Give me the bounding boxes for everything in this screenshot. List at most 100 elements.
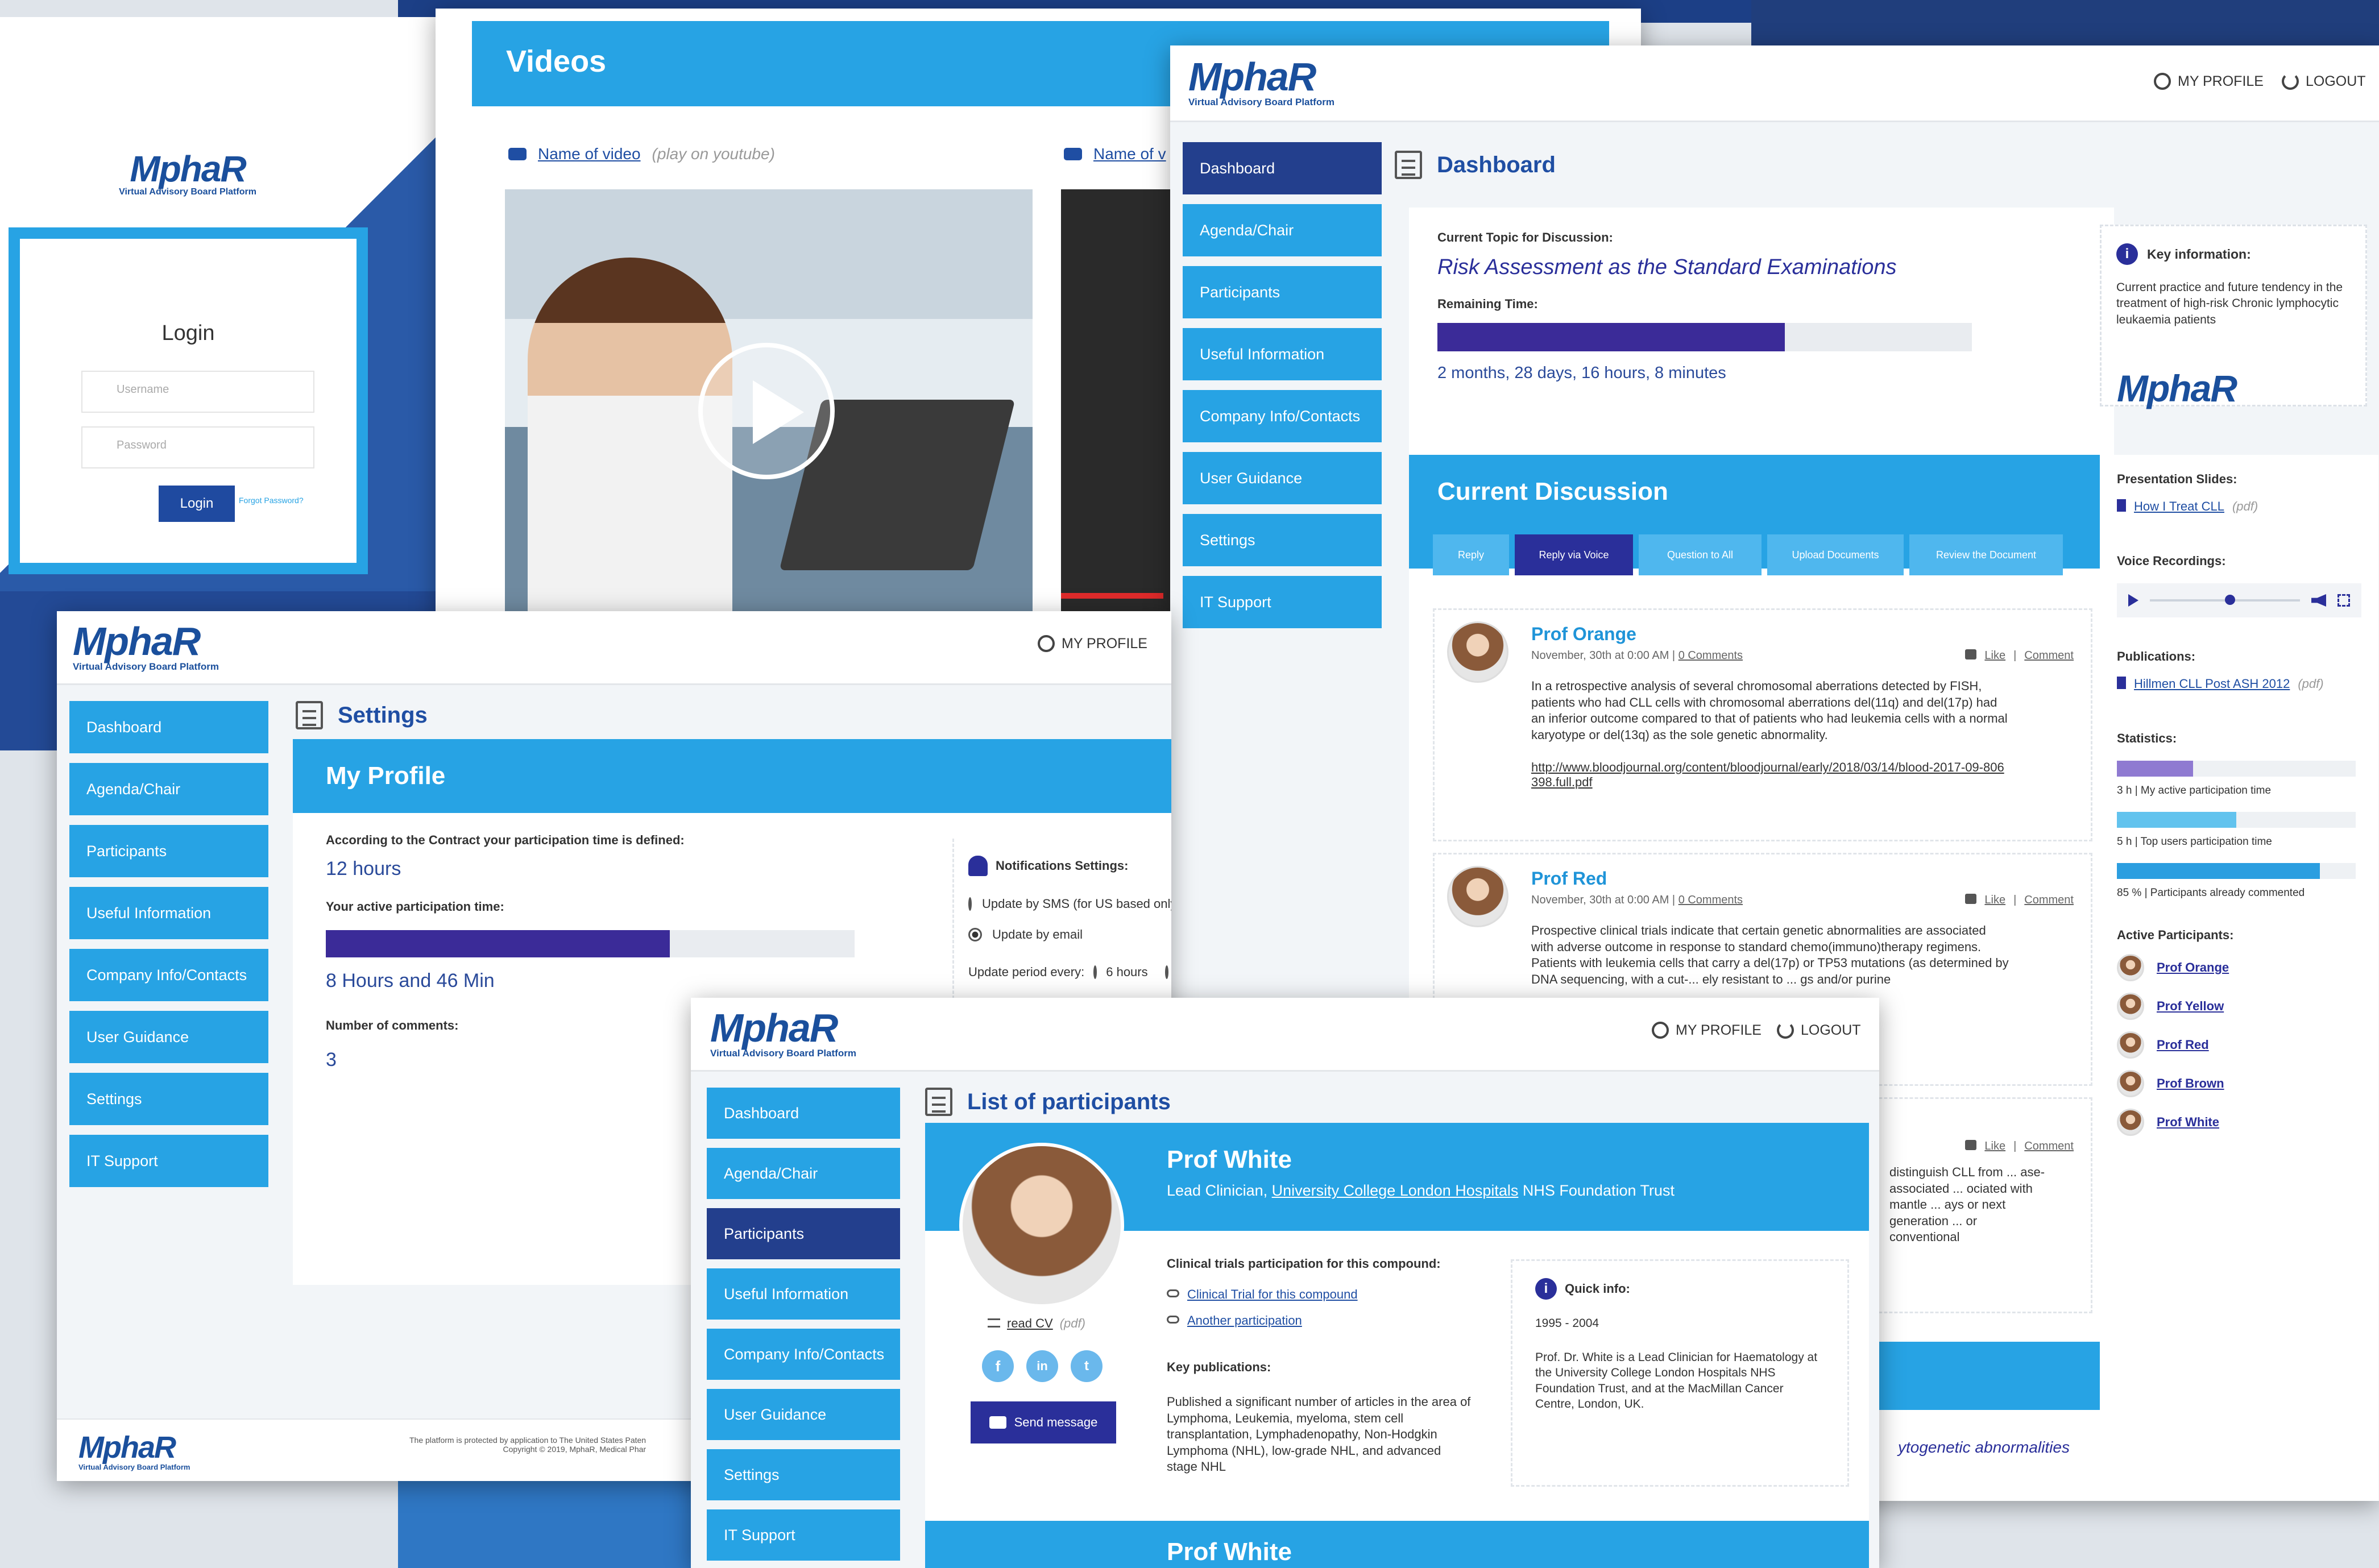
participant-org-link[interactable]: University College London Hospitals <box>1272 1182 1519 1199</box>
period-6-radio[interactable] <box>1093 965 1097 979</box>
active-participant[interactable]: Prof Yellow <box>2117 993 2361 1020</box>
like-link[interactable]: Like <box>1984 649 2005 662</box>
active-participant[interactable]: Prof Red <box>2117 1031 2361 1059</box>
video1-thumbnail[interactable] <box>505 189 1033 621</box>
comment-link[interactable]: Comment <box>2024 894 2074 907</box>
play-icon[interactable] <box>2128 594 2138 607</box>
active-participant-link[interactable]: Prof Yellow <box>2157 999 2224 1014</box>
sidebar-item-it-support[interactable]: IT Support <box>69 1135 268 1187</box>
sidebar-item-participants[interactable]: Participants <box>1183 266 1382 318</box>
active-participant-link[interactable]: Prof Brown <box>2157 1076 2224 1091</box>
user-icon <box>1652 1022 1669 1039</box>
notifications-title: Notifications Settings: <box>996 858 1129 873</box>
sidebar-item-user-guidance[interactable]: User Guidance <box>707 1389 900 1440</box>
sidebar-item-agenda[interactable]: Agenda/Chair <box>707 1148 900 1199</box>
facebook-icon[interactable]: f <box>982 1350 1014 1382</box>
sidebar-item-dashboard[interactable]: Dashboard <box>1183 142 1382 194</box>
sidebar-item-user-guidance[interactable]: User Guidance <box>1183 452 1382 504</box>
thumbs-up-icon[interactable] <box>1965 649 1977 659</box>
sidebar-item-company-info[interactable]: Company Info/Contacts <box>707 1329 900 1380</box>
fullscreen-icon[interactable] <box>2337 594 2350 607</box>
sidebar-item-dashboard[interactable]: Dashboard <box>707 1088 900 1139</box>
sidebar-item-settings[interactable]: Settings <box>707 1449 900 1500</box>
thumbs-up-icon[interactable] <box>1965 1140 1977 1150</box>
email-radio[interactable] <box>968 928 982 941</box>
video1-link[interactable]: Name of video <box>538 145 641 163</box>
login-button[interactable]: Login <box>159 486 235 522</box>
sidebar-item-useful-information[interactable]: Useful Information <box>707 1268 900 1320</box>
login-screen: MphaR Virtual Advisory Board Platform Lo… <box>0 17 437 591</box>
active-participant[interactable]: Prof Brown <box>2117 1070 2361 1097</box>
sidebar-item-useful-information[interactable]: Useful Information <box>1183 328 1382 380</box>
slides-link[interactable]: How I Treat CLL <box>2134 499 2224 514</box>
sidebar-item-settings[interactable]: Settings <box>1183 514 1382 566</box>
thumbs-up-icon[interactable] <box>1965 894 1977 904</box>
sms-option[interactable]: Update by SMS (for US based only) <box>968 897 1171 911</box>
sidebar-item-it-support[interactable]: IT Support <box>707 1509 900 1561</box>
comment-link[interactable]: Comment <box>2024 649 2074 662</box>
my-profile-link[interactable]: MY PROFILE <box>1652 1022 1762 1039</box>
sidebar-item-useful-information[interactable]: Useful Information <box>69 887 268 939</box>
active-participant-link[interactable]: Prof White <box>2157 1115 2219 1130</box>
menu-icon[interactable] <box>925 1088 952 1116</box>
active-participant[interactable]: Prof Orange <box>2117 954 2361 981</box>
logout-link[interactable]: LOGOUT <box>2282 73 2366 90</box>
reply-via-voice-button[interactable]: Reply via Voice <box>1515 534 1633 575</box>
post-author[interactable]: Prof Orange <box>1531 624 2074 645</box>
sms-radio[interactable] <box>968 897 972 911</box>
sidebar-item-participants[interactable]: Participants <box>707 1208 900 1259</box>
sidebar-item-agenda[interactable]: Agenda/Chair <box>1183 204 1382 256</box>
username-input[interactable]: Username <box>81 371 314 413</box>
video2-link[interactable]: Name of v <box>1093 145 1166 163</box>
key-info-title: Key information: <box>2147 246 2251 262</box>
sidebar-item-user-guidance[interactable]: User Guidance <box>69 1011 268 1063</box>
post-author[interactable]: Prof Red <box>1531 868 2074 889</box>
reply-button[interactable]: Reply <box>1433 534 1509 575</box>
sidebar-item-dashboard[interactable]: Dashboard <box>69 701 268 753</box>
sidebar-item-agenda[interactable]: Agenda/Chair <box>69 763 268 815</box>
play-icon[interactable] <box>698 343 835 479</box>
participant-org-suffix: NHS Foundation Trust <box>1522 1182 1675 1199</box>
publications-link[interactable]: Hillmen CLL Post ASH 2012 <box>2134 677 2290 691</box>
twitter-icon[interactable]: t <box>1071 1350 1103 1382</box>
sidebar-item-participants[interactable]: Participants <box>69 825 268 877</box>
active-participant[interactable]: Prof White <box>2117 1109 2361 1136</box>
sidebar-item-it-support[interactable]: IT Support <box>1183 576 1382 628</box>
logo-tagline: Virtual Advisory Board Platform <box>73 661 219 672</box>
trial-link-2[interactable]: Another participation <box>1187 1313 1302 1328</box>
post-comments-link[interactable]: 0 Comments <box>1678 649 1743 662</box>
power-icon <box>2282 73 2299 90</box>
review-document-button[interactable]: Review the Document <box>1909 534 2063 575</box>
menu-icon[interactable] <box>296 701 323 729</box>
logout-label: LOGOUT <box>2306 73 2366 89</box>
send-message-button[interactable]: Send message <box>971 1401 1116 1443</box>
question-to-all-button[interactable]: Question to All <box>1639 534 1762 575</box>
active-participant-link[interactable]: Prof Orange <box>2157 960 2229 975</box>
pdf-note: (pdf) <box>2298 677 2324 691</box>
trial-link-1[interactable]: Clinical Trial for this compound <box>1187 1287 1358 1302</box>
post-comments-link[interactable]: 0 Comments <box>1678 894 1743 907</box>
password-input[interactable]: Password <box>81 426 314 468</box>
audio-seek-bar[interactable] <box>2150 595 2300 605</box>
like-link[interactable]: Like <box>1984 894 2005 907</box>
my-profile-link[interactable]: MY PROFILE <box>2154 73 2264 90</box>
like-link[interactable]: Like <box>1984 1140 2005 1153</box>
my-profile-link[interactable]: MY PROFILE <box>1038 635 1147 652</box>
logo-text: MphaR <box>2117 367 2237 409</box>
read-cv-link[interactable]: read CV <box>1007 1316 1053 1331</box>
post-link[interactable]: http://www.bloodjournal.org/content/bloo… <box>1531 760 2009 790</box>
menu-icon[interactable] <box>1395 151 1422 179</box>
period-1-radio[interactable] <box>1164 965 1168 979</box>
sidebar-item-settings[interactable]: Settings <box>69 1073 268 1125</box>
linkedin-icon[interactable]: in <box>1026 1350 1058 1382</box>
audio-player[interactable] <box>2117 583 2361 617</box>
sidebar-item-company-info[interactable]: Company Info/Contacts <box>69 949 268 1001</box>
logout-link[interactable]: LOGOUT <box>1777 1022 1861 1039</box>
sidebar-item-company-info[interactable]: Company Info/Contacts <box>1183 390 1382 442</box>
email-option[interactable]: Update by email <box>968 927 1166 942</box>
forgot-password-link[interactable]: Forgot Password? <box>239 496 304 505</box>
active-participant-link[interactable]: Prof Red <box>2157 1038 2209 1052</box>
comment-link[interactable]: Comment <box>2024 1140 2074 1153</box>
volume-icon[interactable] <box>2311 594 2326 607</box>
upload-documents-button[interactable]: Upload Documents <box>1767 534 1904 575</box>
